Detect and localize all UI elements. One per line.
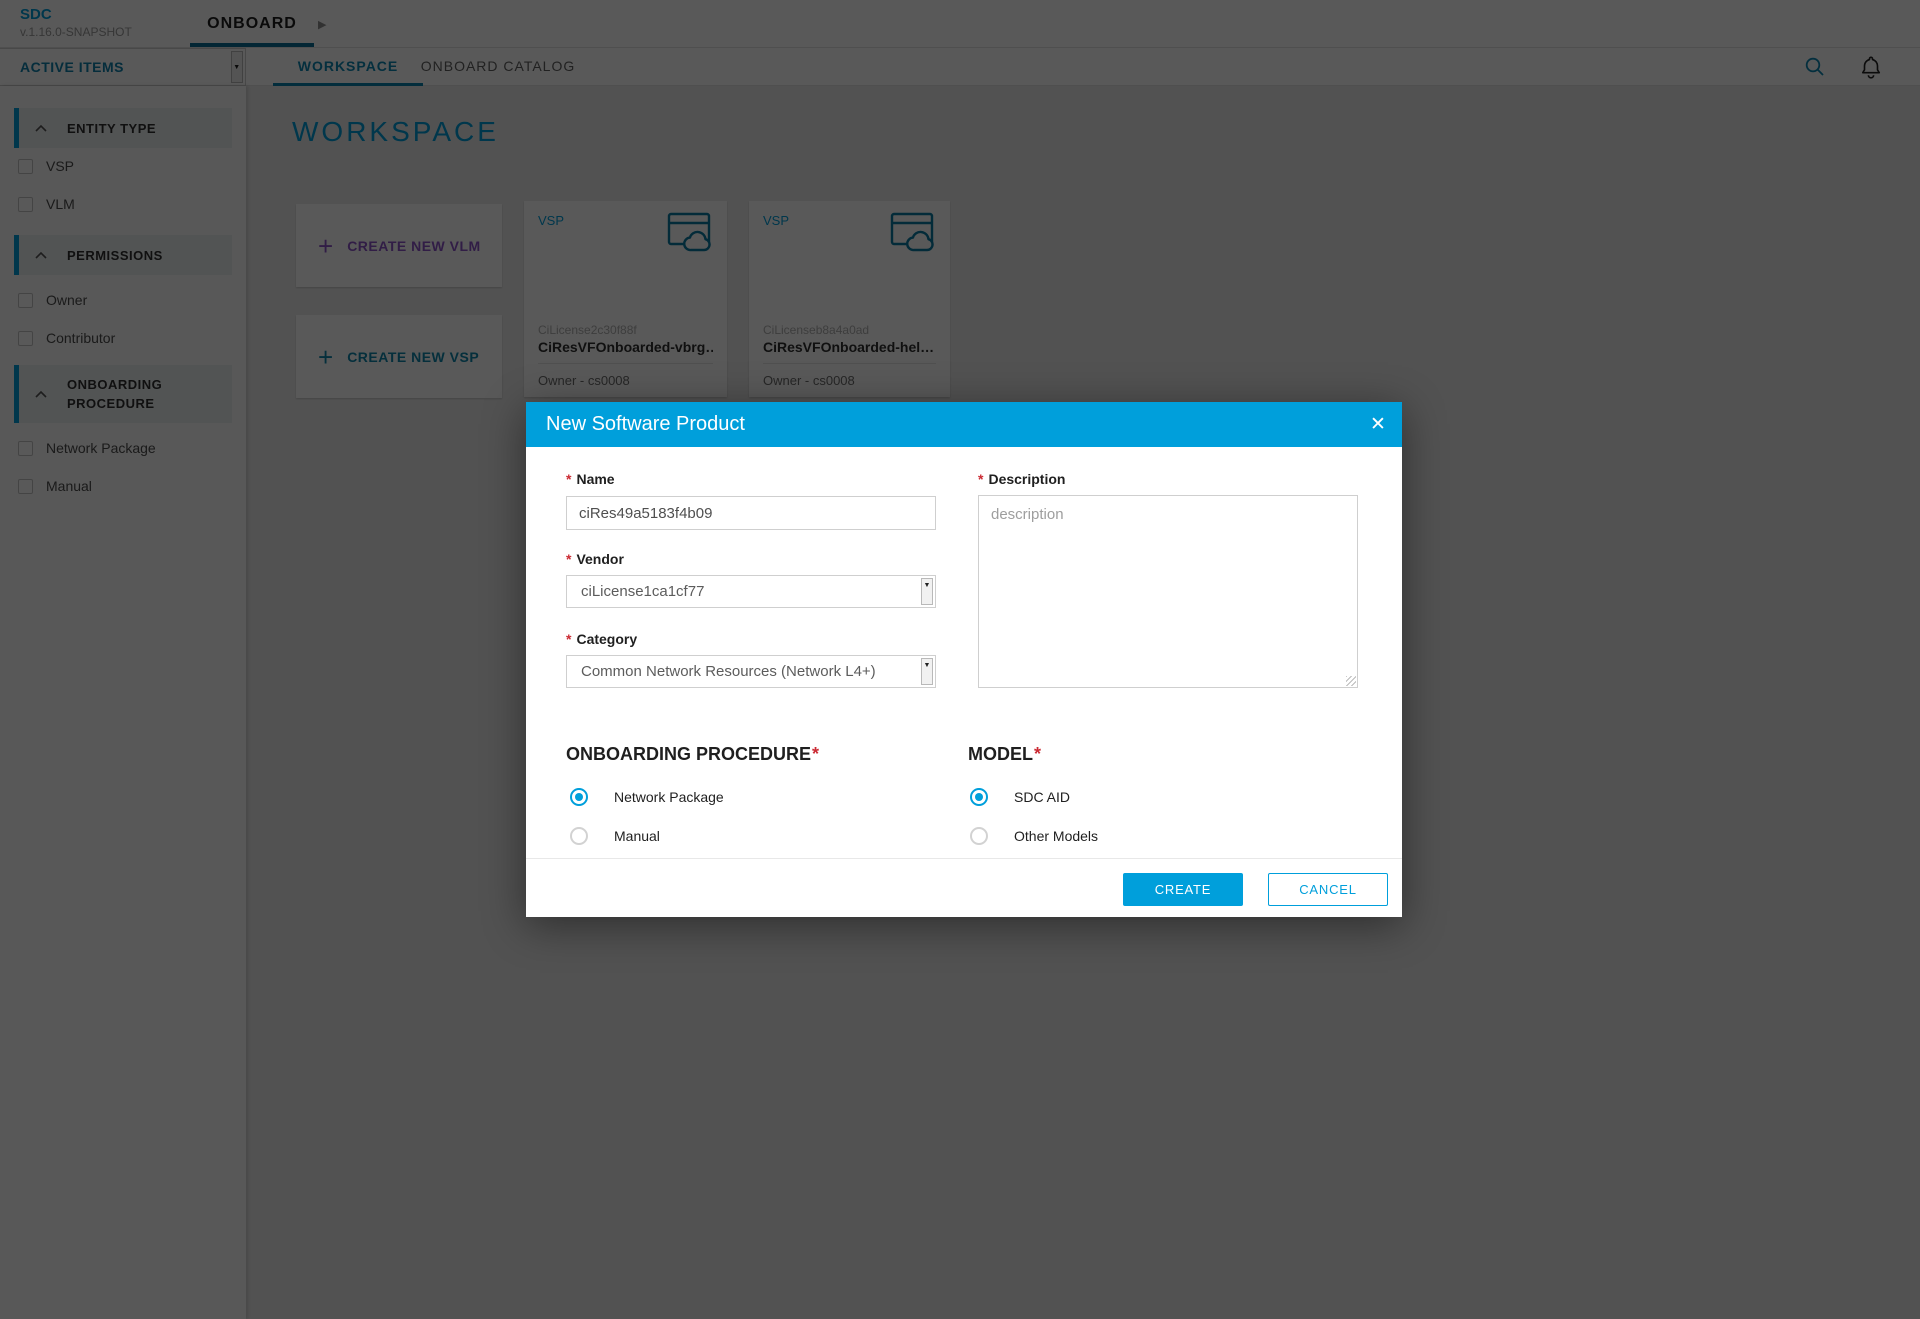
vendor-select-value: ciLicense1ca1cf77 <box>581 583 704 600</box>
description-textarea[interactable] <box>978 495 1358 688</box>
radio-button[interactable] <box>970 788 988 806</box>
modal-footer: CREATE CANCEL <box>526 858 1402 917</box>
radio-button[interactable] <box>570 827 588 845</box>
new-software-product-modal: New Software Product ✕ *Name *Vendor ciL… <box>526 402 1402 917</box>
onboarding-procedure-heading: ONBOARDING PROCEDURE* <box>566 744 819 765</box>
modal-header: New Software Product ✕ <box>526 402 1402 447</box>
required-mark: * <box>1034 744 1041 764</box>
textarea-resize-handle[interactable] <box>1346 676 1356 686</box>
category-select-value: Common Network Resources (Network L4+) <box>581 663 876 680</box>
dropdown-caret-icon: ▼ <box>921 658 933 685</box>
radio-manual[interactable]: Manual <box>570 827 660 845</box>
dropdown-caret-icon: ▼ <box>921 578 933 605</box>
required-mark: * <box>566 631 571 647</box>
required-mark: * <box>566 551 571 567</box>
required-mark: * <box>978 471 983 487</box>
close-icon[interactable]: ✕ <box>1354 402 1402 447</box>
radio-button[interactable] <box>570 788 588 806</box>
required-mark: * <box>566 471 571 487</box>
vendor-select[interactable]: ciLicense1ca1cf77 ▼ <box>566 575 936 608</box>
radio-other-models[interactable]: Other Models <box>970 827 1098 845</box>
name-input[interactable] <box>566 496 936 530</box>
cancel-button[interactable]: CANCEL <box>1268 873 1388 906</box>
modal-title: New Software Product <box>546 413 745 436</box>
category-select[interactable]: Common Network Resources (Network L4+) ▼ <box>566 655 936 688</box>
radio-button[interactable] <box>970 827 988 845</box>
description-label: *Description <box>978 471 1065 487</box>
radio-network-package[interactable]: Network Package <box>570 788 724 806</box>
create-button[interactable]: CREATE <box>1123 873 1243 906</box>
category-label: *Category <box>566 631 637 647</box>
model-heading: MODEL* <box>968 744 1041 765</box>
required-mark: * <box>812 744 819 764</box>
radio-sdc-aid[interactable]: SDC AID <box>970 788 1070 806</box>
vendor-label: *Vendor <box>566 551 624 567</box>
name-label: *Name <box>566 471 615 487</box>
